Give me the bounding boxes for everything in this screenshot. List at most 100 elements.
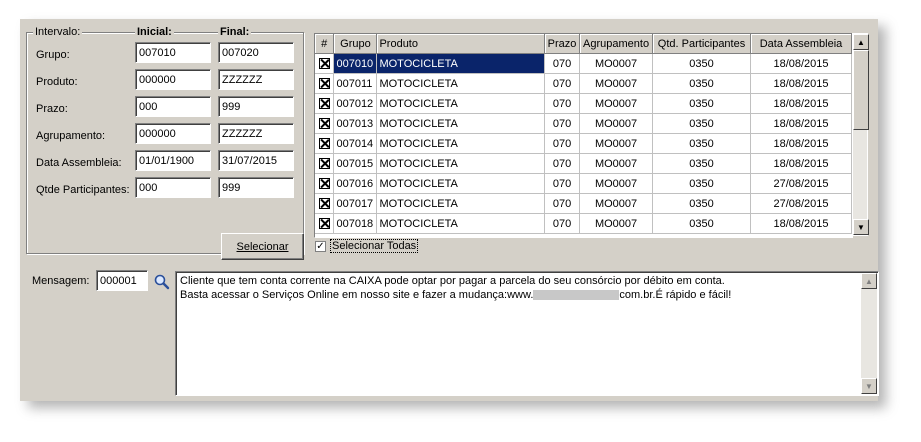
message-label: Mensagem: <box>32 275 90 287</box>
table-cell: 18/08/2015 <box>750 53 852 74</box>
filter-inicial-input[interactable]: 000 <box>135 177 211 198</box>
table-cell: 0350 <box>652 173 751 194</box>
filter-final-input[interactable]: 999 <box>218 177 294 198</box>
table-cell: MO0007 <box>579 93 654 114</box>
table-cell: 007012 <box>333 93 378 114</box>
table-cell: MO0007 <box>579 53 654 74</box>
table-cell: MO0007 <box>579 173 654 194</box>
filter-label: Qtde Participantes: <box>36 184 130 196</box>
groups-grid[interactable]: # Grupo Produto Prazo Agrupamento Qtd. Partic… <box>314 33 853 238</box>
row-checkbox[interactable] <box>315 113 335 134</box>
table-cell: 070 <box>544 113 581 134</box>
filter-label: Agrupamento: <box>36 130 106 142</box>
table-cell: 007014 <box>333 133 378 154</box>
table-cell: 070 <box>544 173 581 194</box>
table-cell: 0350 <box>652 213 751 234</box>
table-row[interactable]: 007013 MOTOCICLETA 070 MO0007 0350 18/08/2015 <box>315 113 852 134</box>
message-scroll-up-icon[interactable]: ▲ <box>861 273 877 289</box>
table-cell: 007015 <box>333 153 378 174</box>
table-cell: MOTOCICLETA <box>376 193 546 214</box>
table-cell: 070 <box>544 193 581 214</box>
table-cell: 070 <box>544 133 581 154</box>
table-cell: 0350 <box>652 193 751 214</box>
grid-vertical-scrollbar[interactable]: ▲ ▼ <box>852 33 869 236</box>
table-row[interactable]: 007015 MOTOCICLETA 070 MO0007 0350 18/08/2015 <box>315 153 852 174</box>
table-cell: 0350 <box>652 93 751 114</box>
column-header[interactable]: Produto <box>376 34 546 54</box>
table-cell: 18/08/2015 <box>750 73 852 94</box>
consorcio-window: Intervalo: Inicial: Final: Grupo: 007010 0… <box>20 19 879 401</box>
inicial-header: Inicial: <box>135 25 174 39</box>
table-cell: 070 <box>544 93 581 114</box>
filter-inicial-input[interactable]: 01/01/1900 <box>135 150 211 171</box>
table-row[interactable]: 007017 MOTOCICLETA 070 MO0007 0350 27/08/2015 <box>315 193 852 214</box>
filter-label: Prazo: <box>36 103 68 115</box>
message-line-2-suffix: com.br.É rápido e fácil! <box>619 289 732 301</box>
row-checkbox[interactable] <box>315 173 335 194</box>
row-checkbox[interactable] <box>315 153 335 174</box>
row-checkbox[interactable] <box>315 73 335 94</box>
filter-inicial-input[interactable]: 000000 <box>135 123 211 144</box>
table-row[interactable]: 007010 MOTOCICLETA 070 MO0007 0350 18/08/2015 <box>315 53 852 74</box>
message-code-input[interactable]: 000001 <box>96 270 148 291</box>
column-header[interactable]: # <box>315 34 335 54</box>
table-cell: 070 <box>544 213 581 234</box>
scroll-up-arrow-icon[interactable]: ▲ <box>853 34 869 50</box>
checked-x-icon <box>318 118 330 129</box>
redacted-domain <box>533 290 620 301</box>
column-header[interactable]: Grupo <box>333 34 378 54</box>
filter-inicial-input[interactable]: 000 <box>135 96 211 117</box>
table-cell: 18/08/2015 <box>750 133 852 154</box>
table-cell: 007010 <box>333 53 378 74</box>
table-cell: MO0007 <box>579 193 654 214</box>
interval-groupbox: Intervalo: Inicial: Final: Grupo: 007010 0… <box>26 25 304 260</box>
table-cell: 18/08/2015 <box>750 93 852 114</box>
table-cell: MO0007 <box>579 213 654 234</box>
filter-inicial-input[interactable]: 000000 <box>135 69 211 90</box>
search-icon[interactable] <box>154 274 170 290</box>
select-all-checkbox[interactable]: ✓ Selecionar Todas <box>315 239 419 253</box>
checked-x-icon <box>318 58 330 69</box>
row-checkbox[interactable] <box>315 93 335 114</box>
table-cell: MO0007 <box>579 113 654 134</box>
filter-final-input[interactable]: ZZZZZZ <box>218 123 294 144</box>
table-row[interactable]: 007018 MOTOCICLETA 070 MO0007 0350 18/08/2015 <box>315 213 852 234</box>
row-checkbox[interactable] <box>315 193 335 214</box>
column-header[interactable]: Data Assembleia <box>750 34 852 54</box>
message-vertical-scrollbar[interactable]: ▲ ▼ <box>861 273 877 394</box>
message-scroll-down-icon[interactable]: ▼ <box>861 378 877 394</box>
message-line-2-prefix: Basta acessar o Serviços Online em nosso… <box>180 289 534 301</box>
table-cell: 0350 <box>652 133 751 154</box>
table-cell: MOTOCICLETA <box>376 213 546 234</box>
table-row[interactable]: 007011 MOTOCICLETA 070 MO0007 0350 18/08/2015 <box>315 73 852 94</box>
row-checkbox[interactable] <box>315 133 335 154</box>
column-header[interactable]: Agrupamento <box>579 34 654 54</box>
column-header[interactable]: Qtd. Participantes <box>652 34 751 54</box>
table-cell: 0350 <box>652 53 751 74</box>
table-row[interactable]: 007014 MOTOCICLETA 070 MO0007 0350 18/08/2015 <box>315 133 852 154</box>
table-cell: MOTOCICLETA <box>376 153 546 174</box>
select-button[interactable]: Selecionar <box>221 233 304 260</box>
filter-final-input[interactable]: 31/07/2015 <box>218 150 294 171</box>
filter-final-input[interactable]: ZZZZZZ <box>218 69 294 90</box>
row-checkbox[interactable] <box>315 53 335 74</box>
table-cell: MO0007 <box>579 153 654 174</box>
filter-final-input[interactable]: 007020 <box>218 42 294 63</box>
table-cell: MO0007 <box>579 133 654 154</box>
table-cell: 007018 <box>333 213 378 234</box>
table-row[interactable]: 007012 MOTOCICLETA 070 MO0007 0350 18/08/2015 <box>315 93 852 114</box>
scroll-thumb[interactable] <box>853 50 869 130</box>
message-text: Cliente que tem conta corrente na CAIXA … <box>180 274 731 302</box>
message-textarea[interactable]: Cliente que tem conta corrente na CAIXA … <box>175 271 879 396</box>
table-cell: 070 <box>544 53 581 74</box>
filter-inicial-input[interactable]: 007010 <box>135 42 211 63</box>
row-checkbox[interactable] <box>315 213 335 234</box>
checkmark-icon: ✓ <box>315 240 326 252</box>
table-cell: MOTOCICLETA <box>376 113 546 134</box>
table-cell: MO0007 <box>579 73 654 94</box>
filter-final-input[interactable]: 999 <box>218 96 294 117</box>
column-header[interactable]: Prazo <box>544 34 581 54</box>
table-row[interactable]: 007016 MOTOCICLETA 070 MO0007 0350 27/08/2015 <box>315 173 852 194</box>
table-cell: 18/08/2015 <box>750 153 852 174</box>
scroll-down-arrow-icon[interactable]: ▼ <box>853 219 869 235</box>
